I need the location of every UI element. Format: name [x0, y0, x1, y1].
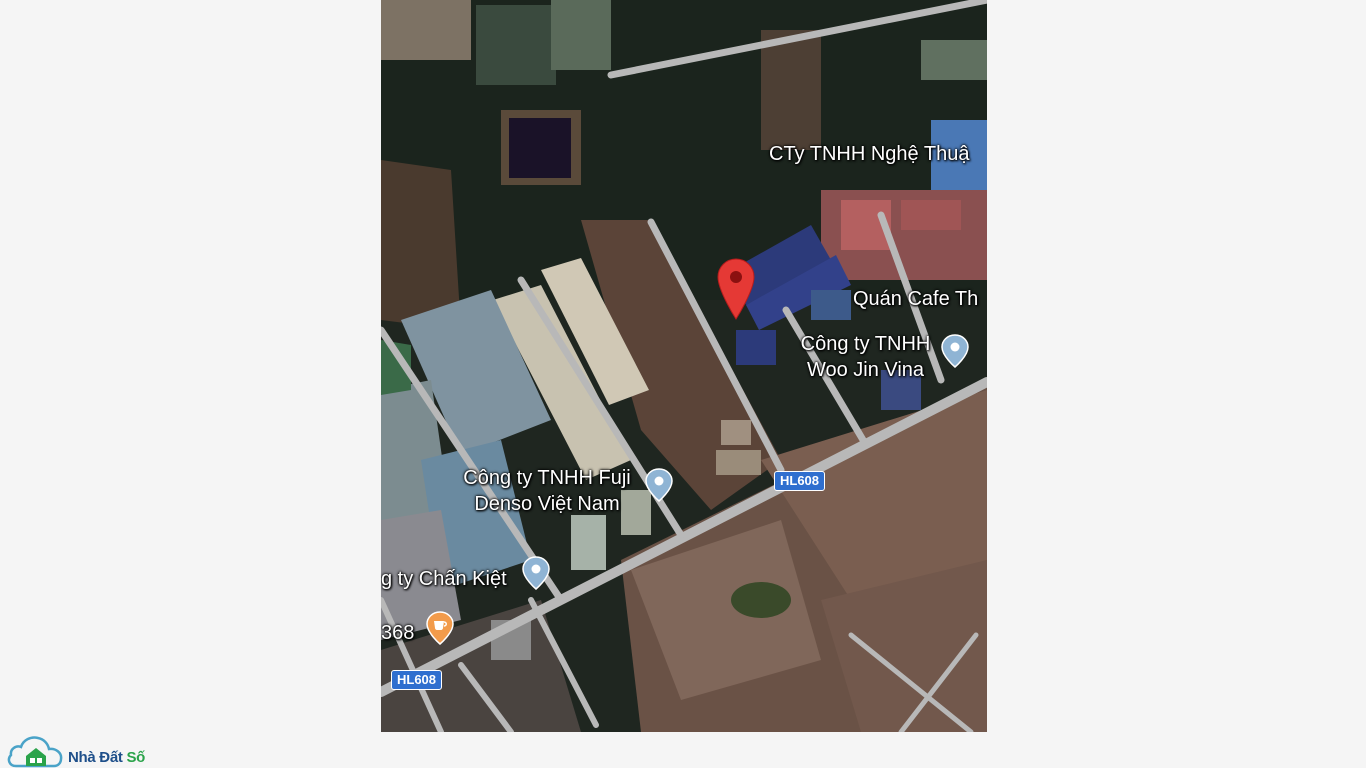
cloud-house-icon	[7, 736, 63, 768]
brand-logo[interactable]: Nhà Đất Số	[6, 733, 166, 768]
road-shield-hl608: HL608	[774, 471, 826, 491]
label-company-nghe-thuat[interactable]: CTy TNHH Nghệ Thuậ	[769, 141, 969, 167]
satellite-map[interactable]: CTy TNHH Nghệ Thuậ Quán Cafe Th Công ty …	[381, 0, 987, 732]
label-fuji-line2: Denso Việt Nam	[474, 493, 620, 515]
label-cafe-368[interactable]: 368	[381, 620, 414, 646]
road-shield-hl608: HL608	[391, 670, 443, 690]
page: CTy TNHH Nghệ Thuậ Quán Cafe Th Công ty …	[0, 0, 1366, 768]
brand-name: Nhà Đất Số	[68, 749, 145, 766]
label-woo-jin-line2: Woo Jin Vina	[806, 359, 925, 381]
label-woo-jin-line1: Công ty TNHH	[800, 333, 931, 355]
brand-name-part1: Nhà Đất	[68, 749, 123, 766]
label-chan-kiet[interactable]: g ty Chấn Kiệt	[381, 566, 507, 592]
location-pin-icon[interactable]	[522, 556, 550, 590]
cafe-pin-icon[interactable]	[426, 611, 454, 645]
label-woo-jin-vina[interactable]: Công ty TNHH Woo Jin Vina	[793, 331, 938, 383]
brand-name-part2: Số	[126, 749, 146, 766]
label-fuji-denso[interactable]: Công ty TNHH Fuji Denso Việt Nam	[453, 465, 641, 517]
location-pin-icon[interactable]	[645, 468, 673, 502]
location-pin-icon[interactable]	[941, 334, 969, 368]
label-quan-cafe[interactable]: Quán Cafe Th	[853, 286, 978, 312]
selected-location-marker-icon[interactable]	[717, 258, 755, 320]
label-fuji-line1: Công ty TNHH Fuji	[463, 467, 631, 489]
